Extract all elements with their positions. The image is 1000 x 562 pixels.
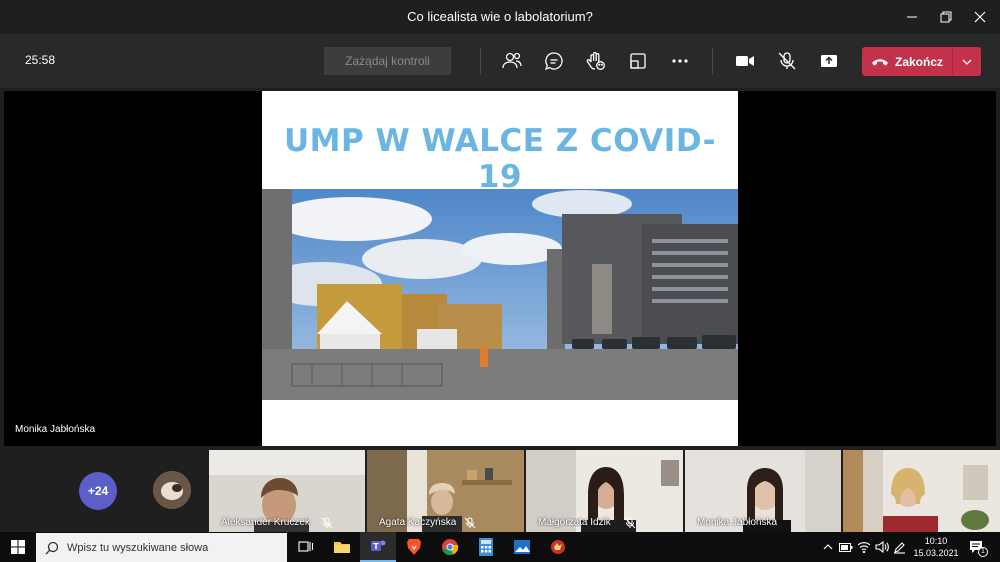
participant-gallery: +24 Aleksander Kruczek Agata Kaczyńska M…	[0, 448, 1000, 532]
taskbar-app[interactable]	[540, 532, 576, 562]
taskbar-search[interactable]	[36, 533, 287, 562]
taskbar-calculator[interactable]	[468, 532, 504, 562]
start-button[interactable]	[0, 532, 36, 562]
shared-screen-stage: UMP W WALCE Z COVID-19 Monika Jabłońska	[4, 91, 996, 446]
participant-tile[interactable]: Małgorzata Idzik	[526, 450, 683, 532]
speaker-icon	[874, 541, 889, 553]
minimize-icon	[907, 16, 917, 18]
notification-count: 1	[978, 547, 988, 557]
participant-tile[interactable]: Agata Kaczyńska	[367, 450, 524, 532]
battery-icon	[838, 542, 852, 552]
participant-tile[interactable]: Aleksander Kruczek	[209, 450, 365, 532]
request-control-button[interactable]: Zażądaj kontroli	[324, 47, 451, 75]
clock-time: 10:10	[924, 536, 948, 546]
share-button[interactable]	[816, 48, 842, 74]
photos-icon	[514, 540, 530, 554]
end-call-options-button[interactable]	[953, 47, 981, 76]
participant-avatar-image	[153, 471, 191, 509]
show-hidden-icons-button[interactable]	[820, 532, 836, 562]
restore-icon	[940, 11, 952, 23]
close-window-button[interactable]	[963, 0, 997, 34]
presenter-name-label: Monika Jabłońska	[15, 424, 96, 435]
close-icon	[974, 11, 986, 23]
taskbar-brave[interactable]	[396, 532, 432, 562]
network-button[interactable]	[855, 532, 872, 562]
end-call-main[interactable]: Zakończ	[862, 47, 952, 76]
svg-text:T: T	[373, 542, 379, 551]
participant-tile[interactable]	[843, 450, 1000, 532]
participant-video	[843, 450, 1000, 532]
microphone-muted-icon	[624, 517, 636, 529]
pen-icon	[894, 541, 905, 554]
chevron-up-icon	[823, 544, 833, 550]
pen-workspace-button[interactable]	[891, 532, 908, 562]
taskbar-photos[interactable]	[504, 532, 540, 562]
participant-tile[interactable]: Monika Jabłońska	[685, 450, 841, 532]
toolbar-divider	[712, 48, 713, 75]
minimize-button[interactable]	[895, 0, 929, 34]
battery-button[interactable]	[837, 532, 854, 562]
end-call-button[interactable]: Zakończ	[862, 47, 981, 76]
toolbar-divider	[480, 48, 481, 75]
meeting-timer: 25:58	[25, 53, 56, 67]
breakout-rooms-button[interactable]	[625, 48, 651, 74]
participants-icon	[502, 52, 522, 69]
presentation-slide: UMP W WALCE Z COVID-19	[262, 91, 738, 446]
participants-button[interactable]	[499, 48, 525, 74]
task-view-icon	[298, 541, 314, 552]
avatar[interactable]	[153, 471, 191, 509]
participant-name: Aleksander Kruczek	[221, 517, 310, 528]
participant-name: Monika Jabłońska	[697, 517, 778, 528]
more-participants-badge[interactable]: +24	[79, 472, 117, 510]
search-input[interactable]	[67, 541, 277, 554]
task-view-button[interactable]	[288, 532, 324, 562]
camera-button[interactable]	[732, 48, 758, 74]
chrome-icon	[442, 539, 459, 556]
share-tray-icon	[821, 55, 837, 67]
window-title: Co licealista wie o labolatorium?	[407, 9, 593, 24]
restore-button[interactable]	[929, 0, 963, 34]
calculator-icon	[479, 538, 493, 556]
clock-date: 15.03.2021	[913, 548, 959, 558]
search-icon	[45, 541, 59, 554]
microphone-muted-icon	[778, 52, 796, 70]
taskbar-file-explorer[interactable]	[324, 532, 360, 562]
microphone-button[interactable]	[774, 48, 800, 74]
meeting-toolbar: 25:58 Zażądaj kontroli Zakończ	[0, 34, 1000, 88]
participant-name: Małgorzata Idzik	[538, 517, 611, 528]
chevron-down-icon	[962, 59, 972, 65]
end-call-label: Zakończ	[894, 54, 943, 69]
video-camera-icon	[736, 56, 754, 66]
windows-taskbar: T 10:10 15.03.2021 1	[0, 532, 1000, 562]
microphone-muted-icon	[321, 517, 333, 529]
windows-logo-icon	[11, 540, 25, 554]
more-actions-button[interactable]	[667, 48, 693, 74]
volume-button[interactable]	[873, 532, 890, 562]
raise-hand-icon	[586, 52, 605, 70]
red-app-icon	[551, 540, 565, 554]
title-bar: Co licealista wie o labolatorium?	[0, 0, 1000, 34]
reactions-button[interactable]	[583, 48, 609, 74]
action-center-button[interactable]: 1	[966, 532, 988, 562]
rooms-icon	[630, 53, 646, 69]
teams-icon: T	[371, 540, 386, 551]
taskbar-chrome[interactable]	[432, 532, 468, 562]
taskbar-clock[interactable]: 10:10 15.03.2021	[910, 535, 962, 559]
slide-title: UMP W WALCE Z COVID-19	[283, 123, 717, 195]
wifi-icon	[857, 542, 870, 553]
taskbar-teams[interactable]: T	[360, 532, 396, 562]
slide-photo	[262, 189, 738, 400]
phone-hangup-icon	[871, 58, 888, 65]
microphone-muted-icon	[464, 517, 476, 529]
chat-icon	[544, 52, 563, 71]
chat-button[interactable]	[541, 48, 567, 74]
folder-icon	[334, 542, 350, 553]
brave-lion-icon	[407, 539, 421, 555]
participant-name: Agata Kaczyńska	[379, 517, 457, 528]
more-icon	[672, 59, 688, 63]
